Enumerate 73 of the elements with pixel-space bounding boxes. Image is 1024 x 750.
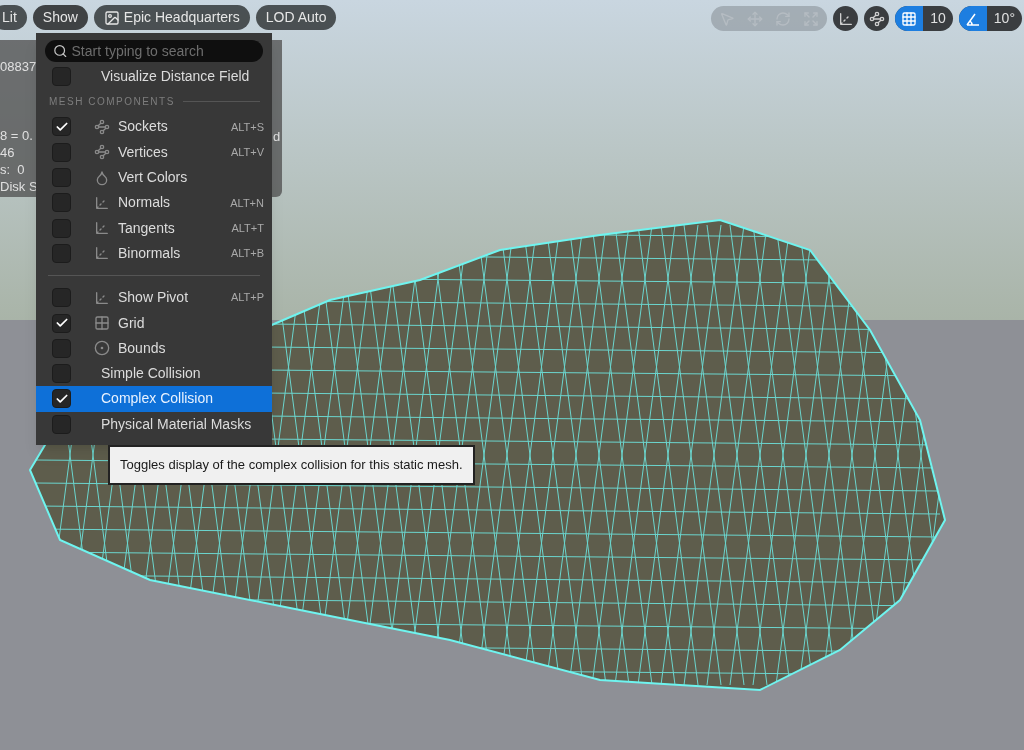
shortcut-label: ALT+N [230,195,264,211]
search-icon [53,43,68,59]
checkbox[interactable] [52,67,71,87]
stat-text: 8 = 0. [0,127,34,144]
checkbox[interactable] [52,142,71,162]
toolbar-button[interactable]: LOD Auto [255,5,337,30]
snap-toggle[interactable] [895,6,924,31]
shortcut-label: ALT+T [231,220,264,236]
section-heading: MESH COMPONENTS [49,95,175,110]
checkbox[interactable] [52,193,71,213]
menu-item[interactable]: Simple Collision [36,360,272,387]
menu-item-label: Vertices [118,142,168,162]
menu-item[interactable]: Sockets ALT+S [36,114,272,140]
menu-item[interactable]: Vert Colors [36,164,272,191]
checkbox[interactable] [52,338,71,358]
menu-item[interactable]: Vertices ALT+V [36,139,272,165]
checkbox[interactable] [52,117,71,137]
checkbox[interactable] [52,313,71,333]
bounds-icon [94,340,110,357]
menu-item-label: Visualize Distance Field [101,67,250,87]
menu-item[interactable]: Visualize Distance Field [36,64,272,90]
checkbox[interactable] [52,218,71,238]
check-icon [54,316,69,330]
grid-icon [94,315,110,331]
search-field[interactable]: Start typing to search [45,40,263,62]
axis-icon [94,245,110,262]
stat-text: s: 0 [0,161,26,178]
toolbar-button[interactable]: Epic Headquarters [93,5,250,30]
menu-item-label: Bounds [118,338,166,358]
menu-item-label: Tangents [118,218,175,238]
checkbox[interactable] [52,389,71,409]
checkbox[interactable] [52,414,71,434]
grid-icon [901,10,918,27]
snap-value: 10 [929,9,947,28]
stat-text: 08837 [0,58,36,75]
shortcut-label: ALT+P [230,290,264,306]
menu-item-label: Sockets [118,117,168,137]
menu-item[interactable]: Bounds [36,335,272,361]
menu-item-label: Vert Colors [118,168,188,188]
menu-item[interactable]: Physical Material Masks [36,411,272,437]
shortcut-label: ALT+V [230,145,264,160]
snap-value: 10° [992,9,1016,28]
menu-item[interactable]: Complex Collision [36,386,272,412]
toolbar-button[interactable]: Lit [0,5,27,30]
menu-item[interactable]: Binormals ALT+B [36,240,272,267]
pivot-icon [94,289,110,306]
menu-item-label: Physical Material Masks [101,414,252,434]
tooltip: Toggles display of the complex collision for this static mesh. [108,445,475,485]
nodes-icon [868,10,885,27]
stat-text: 46 [0,144,16,161]
menu-item[interactable]: Tangents ALT+T [36,215,272,241]
stat-text: d [273,128,281,146]
shortcut-label: ALT+B [230,246,264,262]
checkbox[interactable] [52,168,71,188]
checkbox[interactable] [52,288,71,308]
menu-item-label: Simple Collision [101,364,201,384]
menu-item-label: Complex Collision [101,389,214,409]
vertex-icon [94,144,110,161]
menu-item[interactable]: Grid [36,310,272,336]
menu-item[interactable]: Normals ALT+N [36,190,272,216]
menu-item-label: Binormals [118,243,181,263]
image-icon [103,9,120,26]
menu-item-label: Grid [118,313,145,333]
axis-icon [837,10,854,27]
menu-item[interactable]: Show Pivot ALT+P [36,285,272,311]
checkbox[interactable] [52,243,71,263]
axis-icon [94,220,110,237]
menu-item-label: Normals [118,193,171,213]
shortcut-label: ALT+S [230,119,264,135]
droplet-icon [94,169,110,186]
checkbox[interactable] [52,364,71,384]
axis-icon [94,194,110,211]
menu-item-label: Show Pivot [118,288,189,308]
